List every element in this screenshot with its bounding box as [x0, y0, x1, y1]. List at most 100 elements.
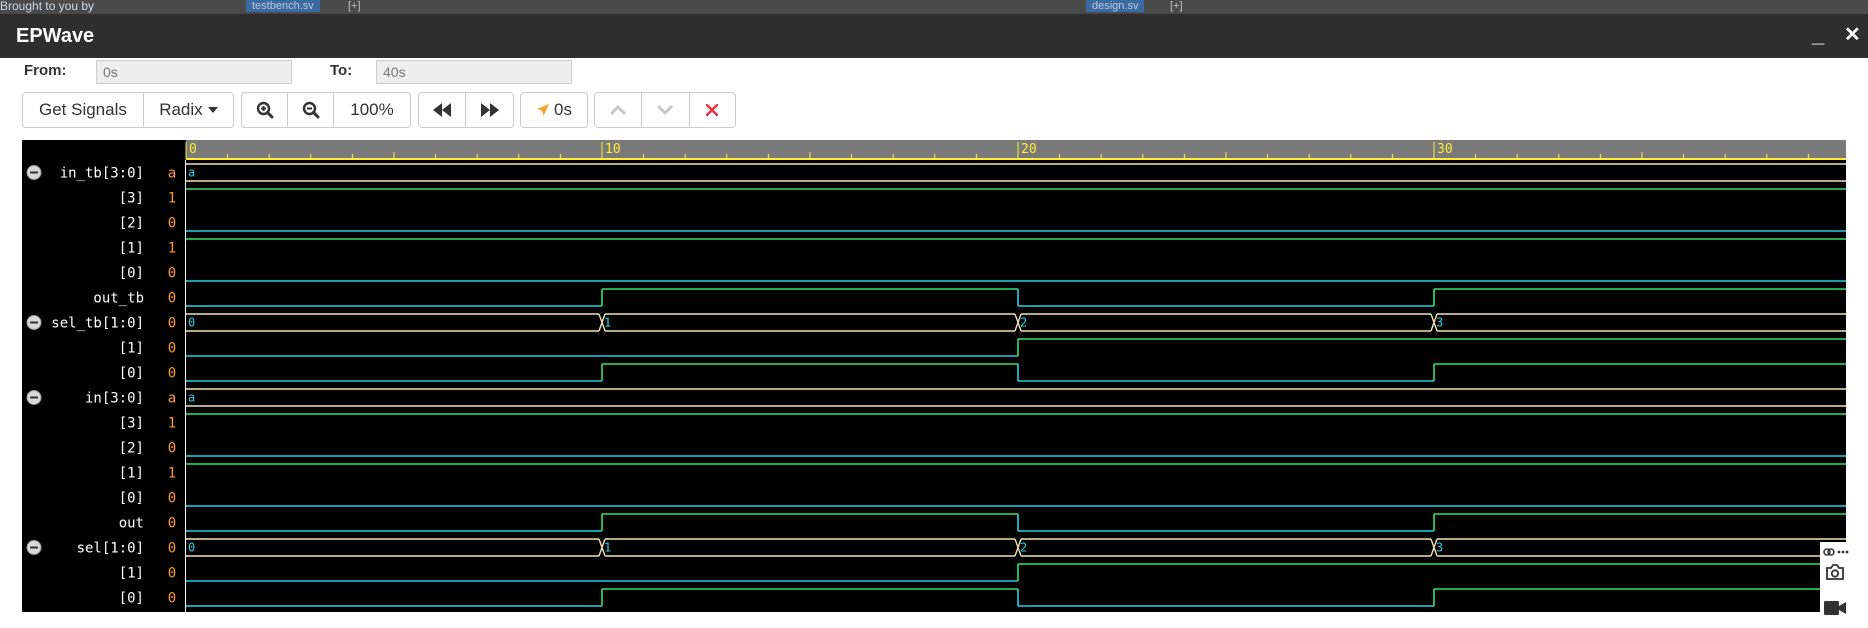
- collapse-minus-icon: [30, 171, 38, 174]
- collapse-minus-icon: [30, 396, 38, 399]
- signal-value: a: [168, 166, 176, 182]
- bus-value-label: 3: [1436, 316, 1443, 330]
- signal-value: 1: [168, 241, 176, 257]
- move-up-button[interactable]: [595, 93, 643, 127]
- ruler-tick-label: 20: [1021, 142, 1037, 157]
- signal-value: 0: [168, 566, 176, 582]
- signal-name[interactable]: [3]: [119, 416, 144, 432]
- chevron-up-icon: [610, 105, 627, 115]
- signal-value: 0: [168, 591, 176, 607]
- cursor-time-button[interactable]: 0s: [521, 93, 587, 127]
- zoom-out-icon: [302, 101, 320, 119]
- bus-value-label: 0: [188, 316, 195, 330]
- step-forward-button[interactable]: [466, 93, 513, 127]
- signal-value: 0: [168, 366, 176, 382]
- signal-name[interactable]: sel[1:0]: [77, 541, 144, 557]
- background-tab-add-2: [+]: [1170, 0, 1183, 12]
- signal-name[interactable]: [3]: [119, 191, 144, 207]
- signal-value: 0: [168, 291, 176, 307]
- to-label: To:: [330, 62, 353, 79]
- from-input[interactable]: [96, 60, 292, 84]
- signal-name[interactable]: [2]: [119, 216, 144, 232]
- zoom-out-button[interactable]: [288, 93, 334, 127]
- signal-value: 0: [168, 341, 176, 357]
- cursor-arrow-icon: [536, 103, 550, 117]
- signals-button-group: Get Signals Radix: [22, 92, 234, 128]
- signal-value: 1: [168, 416, 176, 432]
- signal-name[interactable]: [1]: [119, 466, 144, 482]
- signal-name[interactable]: [1]: [119, 566, 144, 582]
- link-icon[interactable]: [1823, 544, 1835, 562]
- signal-value: 0: [168, 441, 176, 457]
- fast-backward-icon: [432, 103, 452, 117]
- bus-value-label: 1: [604, 316, 611, 330]
- get-signals-label: Get Signals: [38, 100, 127, 119]
- window-title: EPWave: [16, 25, 95, 47]
- more-icon[interactable]: [1837, 544, 1849, 562]
- background-tab-add: [+]: [348, 0, 361, 12]
- caret-down-icon: [207, 107, 218, 113]
- signal-value: 0: [168, 541, 176, 557]
- remove-x-icon: [706, 104, 719, 116]
- camera-icon[interactable]: [1825, 564, 1845, 585]
- from-label: From:: [24, 62, 67, 79]
- bus-value-label: 3: [1436, 541, 1443, 555]
- signal-name[interactable]: [1]: [119, 341, 144, 357]
- fast-forward-icon: [480, 103, 500, 117]
- zoom-button-group: 100%: [241, 92, 411, 128]
- bus-value-label: a: [188, 166, 195, 180]
- signal-name[interactable]: [2]: [119, 441, 144, 457]
- signal-value: 0: [168, 216, 176, 232]
- chevron-down-icon: [657, 105, 674, 115]
- bus-value-label: 2: [1020, 541, 1027, 555]
- waveform-canvas: 0 10 20 30in_tb[3:0] a a[3] 1[2] 0[1] 1[0] 0out_t…: [26, 140, 1846, 612]
- bus-value-label: 0: [188, 541, 195, 555]
- zoom-in-button[interactable]: [242, 93, 288, 127]
- capture-toolbar: [1820, 542, 1850, 628]
- signal-name[interactable]: in[3:0]: [85, 391, 144, 407]
- signal-name[interactable]: out: [119, 516, 144, 532]
- remove-signal-button[interactable]: [690, 93, 735, 127]
- signal-name[interactable]: in_tb[3:0]: [60, 166, 144, 182]
- collapse-minus-icon: [30, 321, 38, 324]
- signal-name[interactable]: [0]: [119, 491, 144, 507]
- signal-value: 0: [168, 491, 176, 507]
- signal-name[interactable]: [0]: [119, 266, 144, 282]
- signal-name[interactable]: [0]: [119, 591, 144, 607]
- radix-label: Radix: [159, 100, 203, 119]
- signal-value: a: [168, 391, 176, 407]
- close-button[interactable]: ✕: [1844, 22, 1861, 48]
- signal-value: 0: [168, 266, 176, 282]
- step-backward-button[interactable]: [419, 93, 467, 127]
- to-input[interactable]: [376, 60, 572, 84]
- ruler-tick-label: 0: [189, 142, 197, 157]
- navigate-button-group: [418, 92, 514, 128]
- bus-value-label: 1: [604, 541, 611, 555]
- background-tab-testbench: testbench.sv: [246, 0, 320, 12]
- ruler-tick-label: 10: [605, 142, 621, 157]
- bus-value-label: a: [188, 391, 195, 405]
- background-credit-text: Brought to you by: [0, 0, 95, 13]
- signal-name[interactable]: [0]: [119, 366, 144, 382]
- cursor-button-group: 0s: [520, 92, 588, 128]
- collapse-minus-icon: [30, 546, 38, 549]
- background-tab-design: design.sv: [1086, 0, 1145, 12]
- signal-order-button-group: [594, 92, 736, 128]
- zoom-level-button[interactable]: 100%: [334, 93, 410, 127]
- move-down-button[interactable]: [642, 93, 690, 127]
- signal-value: 1: [168, 466, 176, 482]
- minimize-button[interactable]: _: [1812, 22, 1824, 48]
- signal-value: 0: [168, 516, 176, 532]
- signal-name[interactable]: [1]: [119, 241, 144, 257]
- signal-name[interactable]: out_tb: [93, 291, 144, 307]
- radix-dropdown-button[interactable]: Radix: [144, 93, 233, 127]
- background-page-strip: Brought to you by testbench.sv [+] desig…: [0, 0, 1868, 14]
- time-ruler: [186, 140, 1846, 160]
- get-signals-button[interactable]: Get Signals: [23, 93, 144, 127]
- video-icon[interactable]: [1823, 600, 1847, 621]
- zoom-level-label: 100%: [350, 100, 394, 119]
- bus-value-label: 2: [1020, 316, 1027, 330]
- waveform-viewer[interactable]: 0 10 20 30 in_tb[3:0] a a [3] 1 [2] 0 [1] 1 [0] 0 out_t…: [22, 140, 1846, 612]
- signal-name[interactable]: sel_tb[1:0]: [51, 316, 144, 332]
- signal-value: 1: [168, 191, 176, 207]
